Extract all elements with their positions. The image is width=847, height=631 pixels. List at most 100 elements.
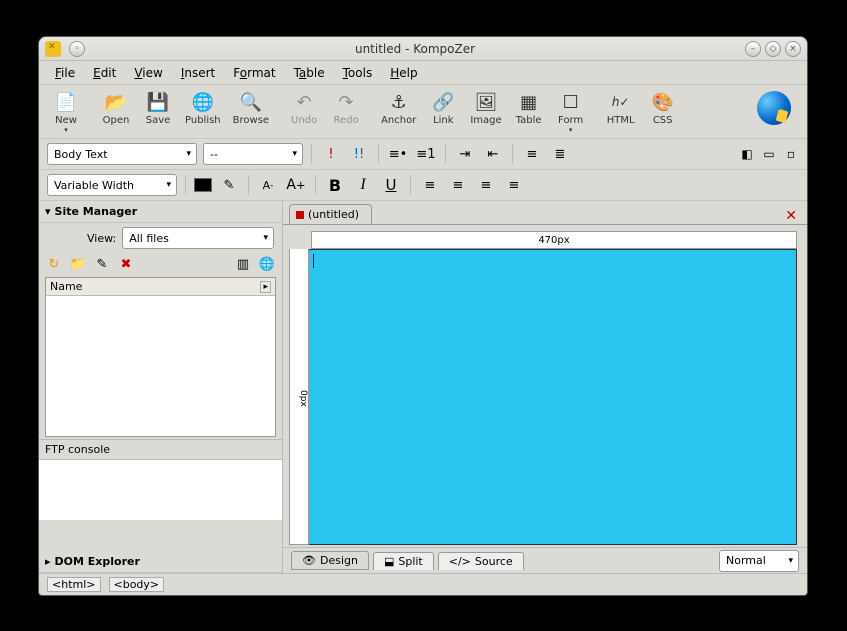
view-select[interactable]: All files bbox=[122, 227, 274, 249]
path-tag-html[interactable]: <html> bbox=[47, 577, 101, 592]
ftp-console-header[interactable]: FTP console bbox=[39, 439, 282, 460]
class-select[interactable]: -- bbox=[203, 143, 303, 165]
align-justify-button[interactable]: ≡ bbox=[503, 174, 525, 196]
menu-file[interactable]: File bbox=[47, 64, 83, 82]
paragraph-format-select[interactable]: Body Text bbox=[47, 143, 197, 165]
window-title: untitled - KompoZer bbox=[85, 42, 745, 56]
definition-term-button[interactable]: ≡ bbox=[521, 143, 543, 165]
menu-table[interactable]: Table bbox=[286, 64, 333, 82]
form-button[interactable]: ☐Form▾ bbox=[550, 87, 592, 136]
increase-font-button[interactable]: A+ bbox=[285, 174, 307, 196]
table-button[interactable]: ▦Table bbox=[508, 87, 550, 128]
ftp-console-body bbox=[39, 460, 282, 520]
definition-desc-button[interactable]: ≣ bbox=[549, 143, 571, 165]
redo-icon: ↷ bbox=[333, 89, 359, 115]
browse-button[interactable]: 🔍Browse bbox=[227, 87, 275, 128]
emphasize-button[interactable]: ! bbox=[320, 143, 342, 165]
menu-format[interactable]: Format bbox=[225, 64, 283, 82]
remote-icon[interactable]: 🌐 bbox=[258, 255, 276, 273]
link-button[interactable]: 🔗Link bbox=[422, 87, 464, 128]
document-tab[interactable]: (untitled) bbox=[289, 204, 372, 224]
anchor-icon: ⚓ bbox=[386, 89, 412, 115]
save-button[interactable]: 💾Save bbox=[137, 87, 179, 128]
anchor-button[interactable]: ⚓Anchor bbox=[375, 87, 422, 128]
modified-icon bbox=[296, 211, 304, 219]
numbered-list-button[interactable]: ≡1 bbox=[415, 143, 437, 165]
menu-view[interactable]: View bbox=[126, 64, 170, 82]
publish-icon: 🌐 bbox=[190, 89, 216, 115]
open-button[interactable]: 📂Open bbox=[95, 87, 137, 128]
open-icon: 📂 bbox=[103, 89, 129, 115]
align-right-button[interactable]: ≡ bbox=[475, 174, 497, 196]
titlebar-menu-button[interactable]: ◦ bbox=[69, 41, 85, 57]
blocks-icon[interactable]: ▫ bbox=[783, 146, 799, 162]
app-icon bbox=[45, 41, 61, 57]
edit-sites-icon[interactable]: ▥ bbox=[234, 255, 252, 273]
view-mode-select[interactable]: Normal bbox=[719, 550, 799, 572]
text-caret bbox=[313, 254, 314, 268]
link-icon: 🔗 bbox=[430, 89, 456, 115]
name-column[interactable]: Name bbox=[50, 280, 82, 293]
highlight-color-button[interactable]: ✎ bbox=[218, 174, 240, 196]
new-icon: 📄 bbox=[53, 89, 79, 115]
decrease-font-button[interactable]: A- bbox=[257, 174, 279, 196]
css-icon: 🎨 bbox=[650, 89, 676, 115]
path-tag-body[interactable]: <body> bbox=[109, 577, 165, 592]
file-tree[interactable]: Name ▸ bbox=[45, 277, 276, 437]
source-tab[interactable]: </> Source bbox=[438, 552, 524, 570]
markers-icon[interactable]: ▭ bbox=[761, 146, 777, 162]
close-tab-button[interactable]: ✕ bbox=[781, 208, 801, 224]
format-toolbar-2: Variable Width ✎ A- A+ B I U ≡ ≡ ≡ ≡ bbox=[39, 170, 807, 201]
new-button[interactable]: 📄New▾ bbox=[45, 87, 87, 136]
statusbar: <html> <body> bbox=[39, 573, 807, 595]
bulleted-list-button[interactable]: ≡• bbox=[387, 143, 409, 165]
delete-icon[interactable]: ✖ bbox=[117, 255, 135, 273]
view-mode-tabs: 👁 Design ⬓ Split </> Source Normal bbox=[283, 547, 807, 573]
browse-icon: 🔍 bbox=[238, 89, 264, 115]
column-picker-icon[interactable]: ▸ bbox=[260, 281, 271, 293]
undo-icon: ↶ bbox=[291, 89, 317, 115]
split-tab[interactable]: ⬓ Split bbox=[373, 552, 434, 570]
close-button[interactable]: × bbox=[785, 41, 801, 57]
vertical-ruler[interactable]: 0px bbox=[289, 249, 309, 545]
content-area: (untitled) ✕ 470px 0px 👁 Design bbox=[283, 201, 807, 573]
form-icon: ☐ bbox=[558, 89, 584, 115]
design-tab[interactable]: 👁 Design bbox=[291, 551, 369, 570]
menu-tools[interactable]: Tools bbox=[335, 64, 381, 82]
italic-button[interactable]: I bbox=[352, 174, 374, 196]
rename-icon[interactable]: ✎ bbox=[93, 255, 111, 273]
undo-button[interactable]: ↶Undo bbox=[283, 87, 325, 128]
menu-insert[interactable]: Insert bbox=[173, 64, 223, 82]
dom-explorer-header[interactable]: ▸ DOM Explorer bbox=[39, 551, 282, 573]
refresh-icon[interactable]: ↻ bbox=[45, 255, 63, 273]
new-folder-icon[interactable]: 📁 bbox=[69, 255, 87, 273]
css-button[interactable]: 🎨CSS bbox=[642, 87, 684, 128]
minimize-button[interactable]: – bbox=[745, 41, 761, 57]
indent-button[interactable]: ⇥ bbox=[454, 143, 476, 165]
strong-button[interactable]: !! bbox=[348, 143, 370, 165]
font-select[interactable]: Variable Width bbox=[47, 174, 177, 196]
document-tabstrip: (untitled) ✕ bbox=[283, 201, 807, 225]
horizontal-ruler[interactable]: 470px bbox=[311, 231, 797, 249]
editor-canvas[interactable] bbox=[309, 249, 797, 545]
layer-icon[interactable]: ◧ bbox=[739, 146, 755, 162]
image-icon: 🖼 bbox=[473, 89, 499, 115]
image-button[interactable]: 🖼Image bbox=[464, 87, 507, 128]
outdent-button[interactable]: ⇤ bbox=[482, 143, 504, 165]
site-manager-header[interactable]: ▾ Site Manager bbox=[39, 201, 282, 223]
bold-button[interactable]: B bbox=[324, 174, 346, 196]
main-toolbar: 📄New▾ 📂Open 💾Save 🌐Publish 🔍Browse ↶Undo… bbox=[39, 85, 807, 139]
menu-edit[interactable]: Edit bbox=[85, 64, 124, 82]
menu-help[interactable]: Help bbox=[382, 64, 425, 82]
html-button[interactable]: h✓HTML bbox=[600, 87, 642, 128]
redo-button[interactable]: ↷Redo bbox=[325, 87, 367, 128]
align-center-button[interactable]: ≡ bbox=[447, 174, 469, 196]
maximize-button[interactable]: ◇ bbox=[765, 41, 781, 57]
format-toolbar-1: Body Text -- ! !! ≡• ≡1 ⇥ ⇤ ≡ ≣ ◧ ▭ ▫ bbox=[39, 139, 807, 170]
table-icon: ▦ bbox=[516, 89, 542, 115]
publish-button[interactable]: 🌐Publish bbox=[179, 87, 227, 128]
text-color-swatch[interactable] bbox=[194, 178, 212, 192]
underline-button[interactable]: U bbox=[380, 174, 402, 196]
save-icon: 💾 bbox=[145, 89, 171, 115]
align-left-button[interactable]: ≡ bbox=[419, 174, 441, 196]
